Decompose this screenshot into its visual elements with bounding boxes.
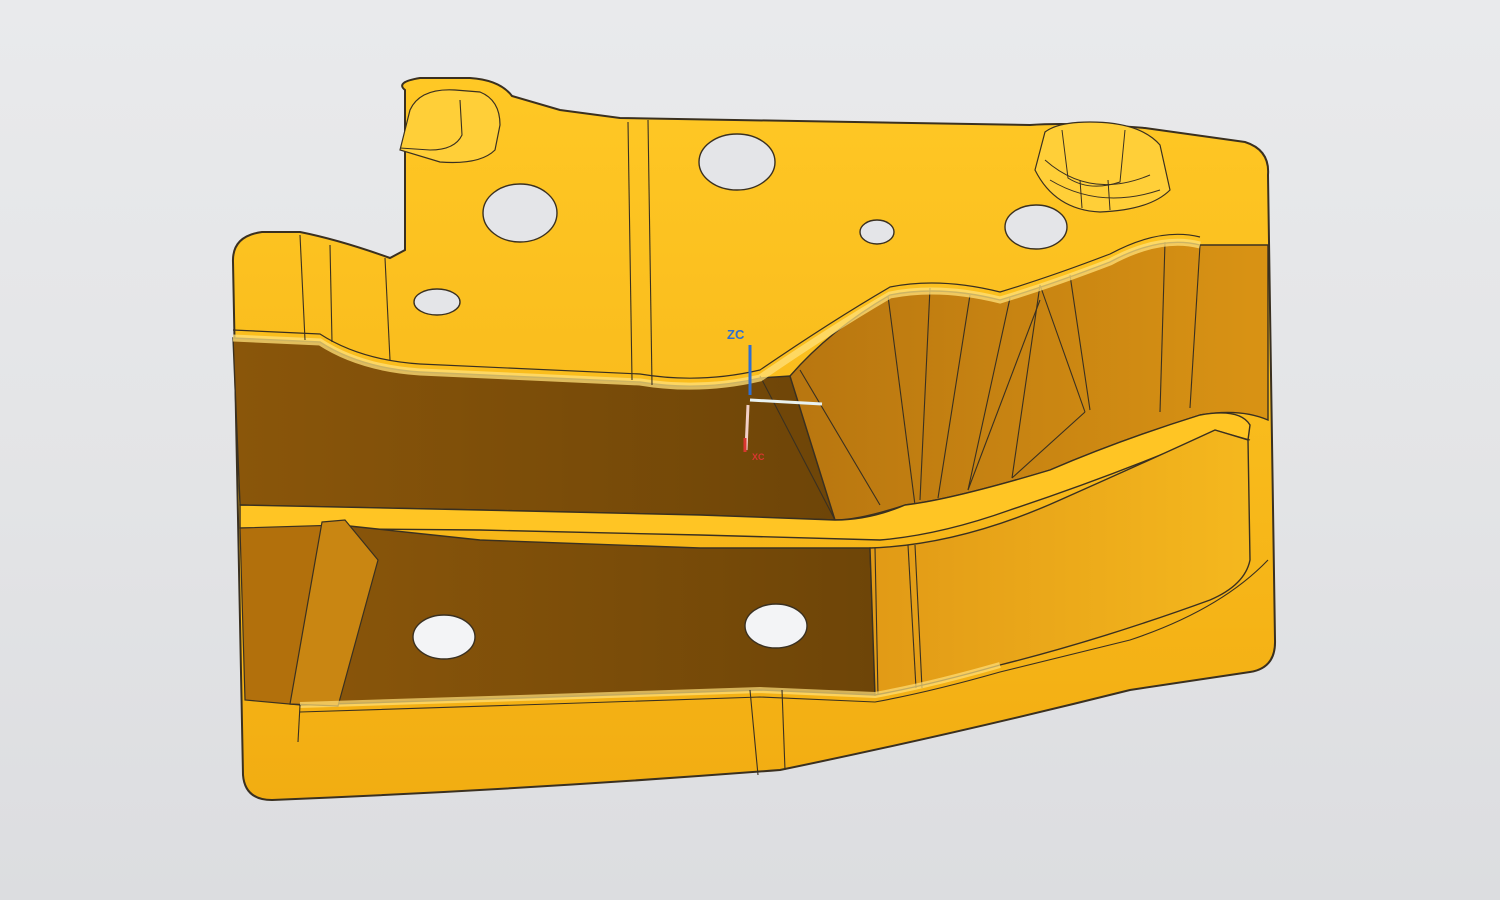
hole-6 [412,614,476,660]
wcs-y-label: XC [752,452,765,462]
wcs-z-label: ZC [727,327,745,342]
part-model[interactable] [0,0,1500,900]
hole-3 [859,219,895,245]
hole-2 [698,133,776,191]
hole-7 [744,603,808,649]
cad-graphics-viewport[interactable]: ZC XC [0,0,1500,900]
hole-4 [1004,204,1068,250]
hole-1 [482,183,558,243]
hole-5 [413,288,461,316]
